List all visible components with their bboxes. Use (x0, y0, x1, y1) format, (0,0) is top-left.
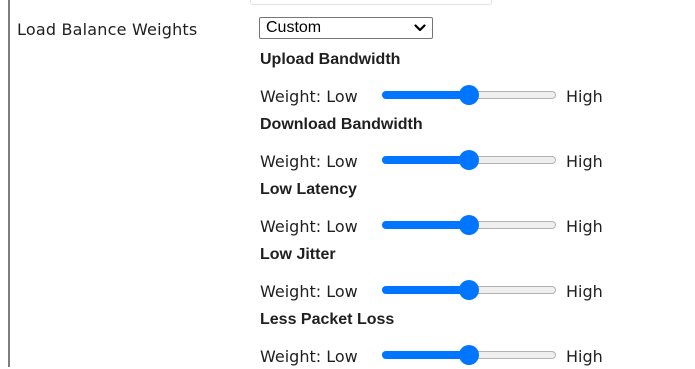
weight-row-download-bandwidth: Weight: Low High (260, 150, 620, 174)
slider-fill (382, 221, 469, 229)
metric-heading-upload-bandwidth: Upload Bandwidth (260, 51, 401, 68)
left-divider (8, 0, 10, 367)
weight-low-label: Weight: Low (260, 87, 358, 106)
metric-heading-low-jitter: Low Jitter (260, 246, 336, 263)
weight-low-label: Weight: Low (260, 347, 358, 366)
upload-bandwidth-slider[interactable] (382, 85, 557, 107)
previous-field-edge (250, 0, 492, 5)
slider-thumb[interactable] (459, 150, 479, 170)
low-jitter-slider[interactable] (382, 280, 557, 302)
weight-high-label: High (566, 217, 603, 236)
load-balance-weights-label: Load Balance Weights (17, 20, 198, 39)
download-bandwidth-slider[interactable] (382, 150, 557, 172)
chevron-down-icon[interactable] (412, 18, 428, 38)
weight-row-low-latency: Weight: Low High (260, 215, 620, 239)
slider-thumb[interactable] (459, 85, 479, 105)
slider-thumb[interactable] (459, 345, 479, 365)
weight-high-label: High (566, 87, 603, 106)
load-balance-weights-select[interactable]: Custom (259, 17, 433, 39)
weight-low-label: Weight: Low (260, 217, 358, 236)
weight-low-label: Weight: Low (260, 152, 358, 171)
weight-low-label: Weight: Low (260, 282, 358, 301)
weight-row-less-packet-loss: Weight: Low High (260, 345, 620, 369)
weight-high-label: High (566, 282, 603, 301)
slider-fill (382, 156, 469, 164)
weight-row-low-jitter: Weight: Low High (260, 280, 620, 304)
weight-row-upload-bandwidth: Weight: Low High (260, 85, 620, 109)
metric-heading-low-latency: Low Latency (260, 181, 357, 198)
select-value: Custom (266, 19, 322, 36)
slider-fill (382, 91, 469, 99)
low-latency-slider[interactable] (382, 215, 557, 237)
slider-thumb[interactable] (459, 280, 479, 300)
slider-fill (382, 351, 469, 359)
weight-high-label: High (566, 347, 603, 366)
slider-thumb[interactable] (459, 215, 479, 235)
less-packet-loss-slider[interactable] (382, 345, 557, 367)
weight-high-label: High (566, 152, 603, 171)
metric-heading-download-bandwidth: Download Bandwidth (260, 116, 423, 133)
slider-fill (382, 286, 469, 294)
metric-heading-less-packet-loss: Less Packet Loss (260, 311, 395, 328)
